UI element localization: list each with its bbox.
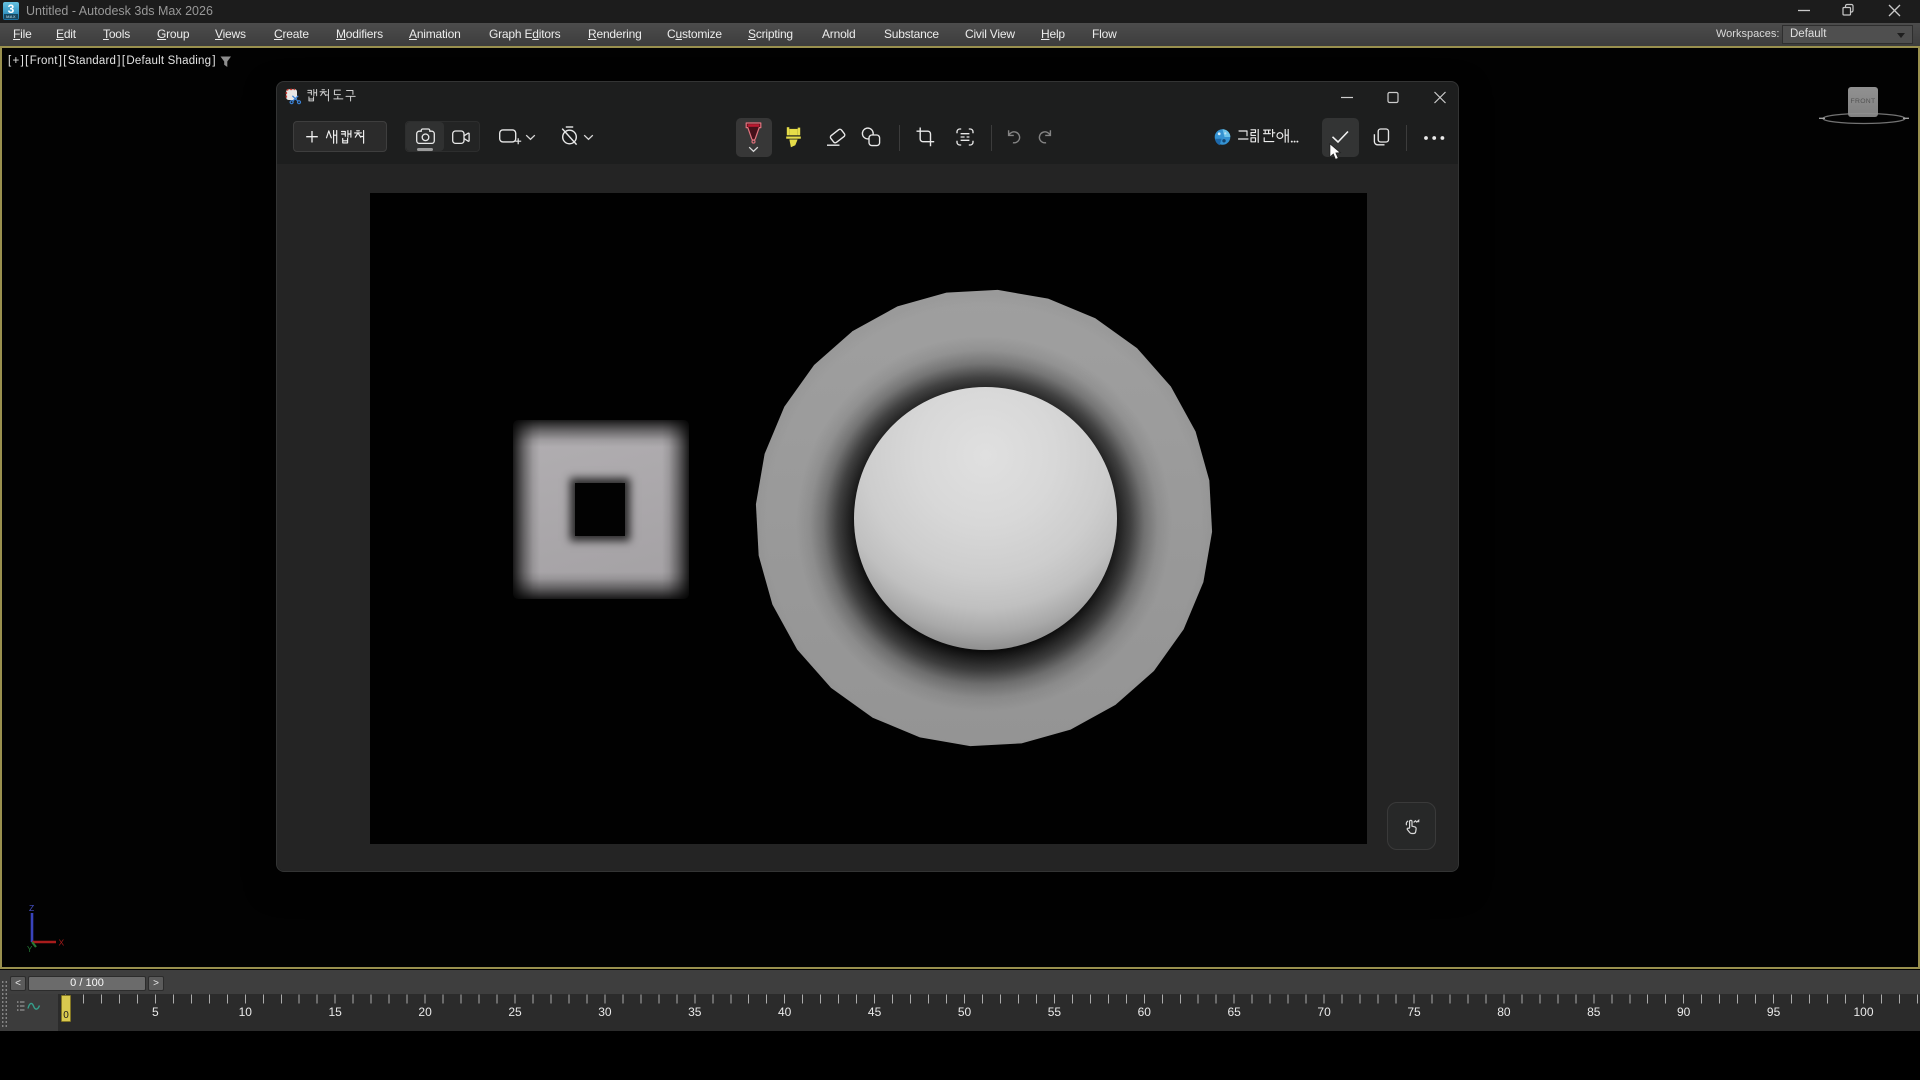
- svg-text:Y: Y: [27, 945, 33, 954]
- svg-text:X: X: [59, 938, 65, 948]
- svg-text:Z: Z: [29, 903, 34, 913]
